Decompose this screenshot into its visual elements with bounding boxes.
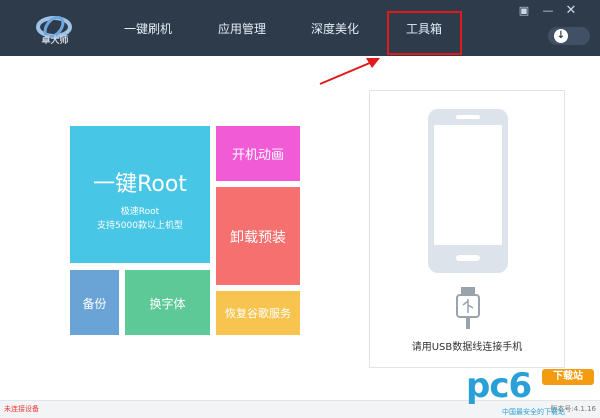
title-bar: 卓大师 一键刷机 应用管理 深度美化 工具箱 ▣ — ✕ ↓ <box>0 0 600 56</box>
restore-google-tile[interactable]: 恢复谷歌服务 <box>216 291 300 335</box>
uninstall-preinstalled-tile[interactable]: 卸载预装 <box>216 187 300 285</box>
root-subtitle-1: 极速Root <box>120 207 160 217</box>
change-font-tile[interactable]: 换字体 <box>125 270 210 335</box>
nav-beautify[interactable]: 深度美化 <box>311 20 359 37</box>
annotation-arrow-icon <box>319 58 380 85</box>
backup-label: 备份 <box>82 297 107 311</box>
watermark-subtitle: 中国最安全的下载站 <box>502 408 565 416</box>
restore-google-label: 恢复谷歌服务 <box>225 307 291 320</box>
boot-animation-label: 开机动画 <box>231 148 284 163</box>
nav-app-manage[interactable]: 应用管理 <box>218 20 266 37</box>
minimize-icon[interactable]: — <box>540 4 556 18</box>
phone-connection-panel: 请用USB数据线连接手机 <box>369 90 565 368</box>
backup-tile[interactable]: 备份 <box>70 270 119 335</box>
close-icon[interactable]: ✕ <box>563 4 579 18</box>
connection-status: 未连接设备 <box>4 405 39 413</box>
nav-flash[interactable]: 一键刷机 <box>124 20 172 37</box>
connect-hint: 请用USB数据线连接手机 <box>411 342 523 353</box>
download-toggle[interactable]: ↓ <box>548 27 590 45</box>
boot-animation-tile[interactable]: 开机动画 <box>216 126 300 181</box>
menu-icon[interactable]: ▣ <box>516 4 532 18</box>
toolbox-highlight-box <box>387 11 462 55</box>
uninstall-preinstalled-label: 卸载预装 <box>230 230 286 246</box>
root-tile[interactable]: 一键Root 极速Root 支持5000款以上机型 <box>70 126 210 263</box>
phone-icon <box>428 109 508 273</box>
root-title: 一键Root <box>93 172 187 197</box>
download-icon: ↓ <box>554 29 568 43</box>
watermark-logo: pc6 <box>466 366 532 406</box>
usb-cable-icon <box>456 287 480 329</box>
watermark: pc6 下载站 中国最安全的下载站 <box>466 366 596 418</box>
root-subtitle-2: 支持5000款以上机型 <box>97 221 183 231</box>
watermark-badge: 下载站 <box>542 369 594 385</box>
logo-text: 卓大师 <box>41 36 69 46</box>
change-font-label: 换字体 <box>149 297 186 311</box>
